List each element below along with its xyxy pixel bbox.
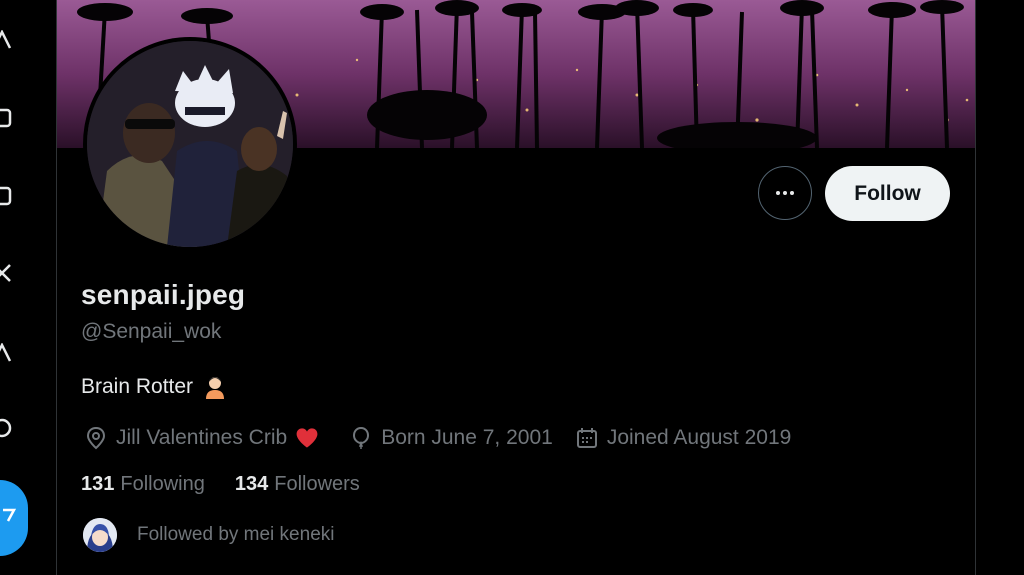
red-heart-icon [296, 428, 318, 448]
followed-by-text: Followed by mei keneki [137, 524, 335, 545]
following-label: Following [120, 473, 205, 495]
birthday-text: Born June 7, 2001 [381, 426, 553, 449]
followers-count: 134 [234, 473, 269, 495]
calendar-icon [576, 428, 597, 448]
joined-text: Joined August 2019 [606, 426, 792, 449]
nav-notifications-icon[interactable] [0, 108, 12, 128]
avatar-image [87, 41, 293, 247]
followed-by[interactable]: Followed by mei keneki [83, 518, 334, 552]
followers-link[interactable]: 134 Followers [235, 473, 360, 496]
more-dots-icon [776, 191, 794, 195]
post-button[interactable] [0, 480, 28, 556]
balloon-icon [353, 426, 370, 449]
user-handle: @Senpaii_wok [81, 320, 222, 343]
nav-profile-icon[interactable] [0, 342, 12, 363]
location-text: Jill Valentines Crib [116, 426, 288, 449]
nav-more-icon[interactable] [0, 418, 12, 438]
profile-avatar[interactable] [83, 37, 297, 251]
following-link[interactable]: 131 Following [81, 473, 205, 496]
nav-home-icon[interactable] [0, 29, 12, 50]
person-emoji-icon [206, 377, 225, 399]
bio-text: Brain Rotter [81, 375, 194, 398]
nav-messages-icon[interactable] [0, 186, 12, 206]
post-feather-icon [3, 508, 17, 522]
followers-label: Followers [274, 473, 360, 495]
location-item: Jill Valentines Crib [84, 426, 327, 450]
column-divider-right [975, 0, 976, 575]
display-name: senpaii.jpeg [81, 279, 246, 310]
profile-meta-row: Jill Valentines Crib Born June 7, 2001 J… [84, 423, 813, 453]
location-pin-icon [86, 426, 106, 450]
follow-button[interactable]: Follow [825, 166, 950, 221]
follower-avatar[interactable] [83, 518, 117, 552]
joined-item: Joined August 2019 [575, 426, 792, 450]
nav-x-icon[interactable] [0, 263, 12, 283]
more-options-button[interactable] [758, 166, 812, 220]
bio: Brain Rotter [81, 375, 227, 399]
birthday-item: Born June 7, 2001 [349, 426, 553, 450]
follow-stats: 131 Following 134 Followers [81, 473, 390, 496]
left-nav [0, 0, 56, 575]
following-count: 131 [81, 473, 115, 495]
